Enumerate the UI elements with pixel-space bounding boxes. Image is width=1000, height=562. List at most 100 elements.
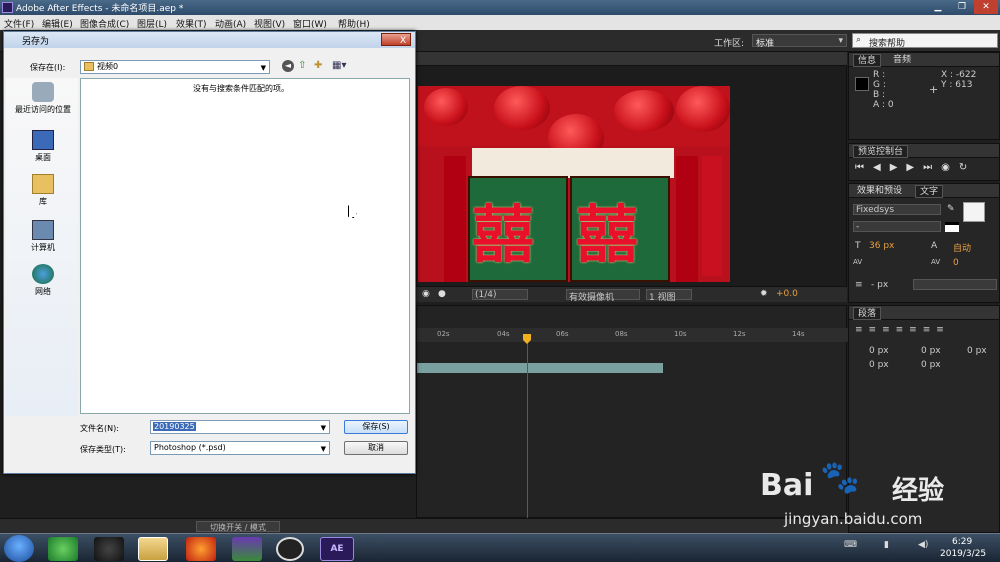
place-computer[interactable]: 计算机 — [6, 220, 80, 253]
filename-input[interactable]: 20190325 ▼ — [150, 420, 330, 434]
menu-file[interactable]: 文件(F) — [4, 17, 34, 30]
menu-help[interactable]: 帮助(H) — [338, 17, 370, 30]
exposure-value[interactable]: +0.0 — [776, 289, 798, 299]
space-before-value[interactable]: 0 px — [869, 360, 889, 370]
chevron-down-icon: ▼ — [260, 64, 266, 72]
filetype-value: Photoshop (*.psd) — [154, 443, 226, 452]
back-icon[interactable]: ◄ — [282, 60, 294, 72]
tab-audio[interactable]: 音频 — [889, 54, 915, 67]
info-g: G : — [873, 80, 886, 90]
camera-select[interactable]: 有效摄像机 — [566, 289, 640, 303]
place-desktop[interactable]: 桌面 — [6, 130, 80, 163]
volume-icon[interactable]: ◀) — [918, 540, 928, 550]
firefox-icon[interactable] — [186, 537, 216, 561]
composition-viewer[interactable]: 囍 囍 — [418, 86, 730, 282]
style-select[interactable]: - — [853, 221, 941, 232]
help-search-box[interactable]: ⌕ 搜索帮助 — [852, 33, 998, 49]
last-frame-icon[interactable]: ⏭ — [923, 162, 941, 173]
menu-layer[interactable]: 图层(L) — [137, 17, 167, 30]
after-effects-icon[interactable]: AE — [320, 537, 354, 561]
tab-text[interactable]: 文字 — [915, 185, 944, 198]
menu-animation[interactable]: 动画(A) — [215, 17, 246, 30]
close-icon[interactable]: ✕ — [974, 0, 998, 14]
prev-frame-icon[interactable]: ◀ — [873, 162, 890, 173]
toggle-switches-button[interactable]: 切换开关 / 模式 — [196, 521, 280, 532]
network-tray-icon[interactable]: ▮ — [884, 540, 889, 550]
alignment-buttons[interactable]: ≡≡≡≡≡≡≡ — [855, 325, 997, 337]
place-label: 计算机 — [31, 243, 55, 252]
fill-color-swatch[interactable] — [963, 202, 985, 222]
menu-composition[interactable]: 图像合成(C) — [80, 17, 129, 30]
record-icon[interactable] — [276, 537, 304, 561]
first-frame-icon[interactable]: ⏮ — [855, 162, 873, 173]
workspace-select[interactable]: 标准 ▾ — [752, 34, 847, 49]
save-button[interactable]: 保存(S) — [344, 420, 408, 434]
clock-date[interactable]: 2019/3/25 — [940, 549, 986, 559]
tick-label: 14s — [792, 330, 805, 338]
indent-first-value[interactable]: 0 px — [967, 346, 987, 356]
views-select[interactable]: 1 视图 — [646, 289, 692, 303]
playhead-line[interactable] — [527, 336, 528, 519]
window-frame — [472, 148, 674, 178]
start-button[interactable] — [4, 535, 34, 562]
next-frame-icon[interactable]: ▶ — [906, 162, 923, 173]
resolution-select[interactable]: (1/4) — [472, 289, 528, 300]
loop-icon[interactable]: ↻ — [959, 162, 976, 173]
tab-info[interactable]: 信息 — [853, 54, 882, 67]
indent-right-value[interactable]: 0 px — [921, 346, 941, 356]
info-panel: 信息 音频 R : G : B : A : 0 + X : -622 Y : 6… — [848, 52, 1000, 140]
tracking-value[interactable]: 0 — [953, 258, 959, 268]
font-select[interactable]: Fixedsys — [853, 204, 941, 215]
save-in-select[interactable]: 视频0 ▼ — [80, 60, 270, 74]
eyedropper-icon[interactable]: ✎ — [947, 204, 955, 214]
audio-icon[interactable]: ◉ — [941, 162, 959, 173]
indent-value[interactable]: - px — [871, 280, 888, 290]
snapshot-icon[interactable]: ◉ — [422, 289, 430, 299]
file-list[interactable]: 没有与搜索条件匹配的项。 — [80, 78, 410, 414]
color-channels-icon[interactable]: ● — [438, 289, 446, 299]
up-folder-icon[interactable]: ⇧ — [298, 60, 306, 71]
timeline-footer: 切换开关 / 模式 — [0, 518, 848, 533]
exposure-icon[interactable]: ✹ — [760, 289, 768, 299]
menu-effect[interactable]: 效果(T) — [176, 17, 207, 30]
menu-window[interactable]: 窗口(W) — [293, 17, 327, 30]
view-menu-icon[interactable]: ▦▾ — [332, 60, 346, 71]
app-360-icon[interactable] — [48, 537, 78, 561]
stroke-type-select[interactable] — [913, 279, 997, 290]
minimize-icon[interactable]: ▁ — [926, 0, 950, 14]
filetype-select[interactable]: Photoshop (*.psd) ▼ — [150, 441, 330, 455]
menu-view[interactable]: 视图(V) — [254, 17, 285, 30]
watermark-url: jingyan.baidu.com — [784, 510, 923, 528]
keyboard-icon[interactable]: ⌨ — [844, 540, 857, 550]
playhead-handle[interactable] — [523, 334, 531, 344]
dialog-close-button[interactable]: X — [381, 33, 411, 46]
time-ruler[interactable]: 02s 04s 06s 08s 10s 12s 14s — [417, 328, 848, 342]
new-folder-icon[interactable]: ✚ — [314, 60, 322, 71]
font-size-value[interactable]: 36 px — [869, 241, 894, 251]
place-library[interactable]: 库 — [6, 174, 80, 207]
indent-left-value[interactable]: 0 px — [869, 346, 889, 356]
layer-bar[interactable] — [417, 363, 663, 373]
space-after-value[interactable]: 0 px — [921, 360, 941, 370]
maximize-icon[interactable]: ❐ — [950, 0, 974, 14]
leading-value[interactable]: 自动 — [953, 241, 971, 254]
play-icon[interactable]: ▶ — [890, 162, 907, 173]
video-app-icon[interactable] — [232, 537, 262, 561]
preview-title: 预览控制台 — [853, 145, 909, 158]
watermark-brand: Bai — [760, 468, 814, 503]
preview-controls[interactable]: ⏮◀▶▶⏭◉↻ — [855, 162, 997, 176]
cancel-button[interactable]: 取消 — [344, 441, 408, 455]
watermark-brand-2: 经验 — [892, 476, 945, 506]
style-value: - — [856, 222, 860, 232]
app-icon — [2, 2, 13, 13]
place-recent[interactable]: 最近访问的位置 — [6, 82, 80, 115]
qq-icon[interactable] — [94, 537, 124, 561]
explorer-icon[interactable] — [138, 537, 168, 561]
stroke-swatch[interactable] — [945, 222, 959, 232]
recent-icon — [32, 82, 54, 102]
clock-time[interactable]: 6:29 — [952, 537, 972, 547]
place-network[interactable]: 网络 — [6, 264, 80, 297]
tab-effects-presets[interactable]: 效果和预设 — [853, 185, 906, 198]
xi-character: 囍 — [576, 198, 639, 271]
menu-edit[interactable]: 编辑(E) — [42, 17, 73, 30]
